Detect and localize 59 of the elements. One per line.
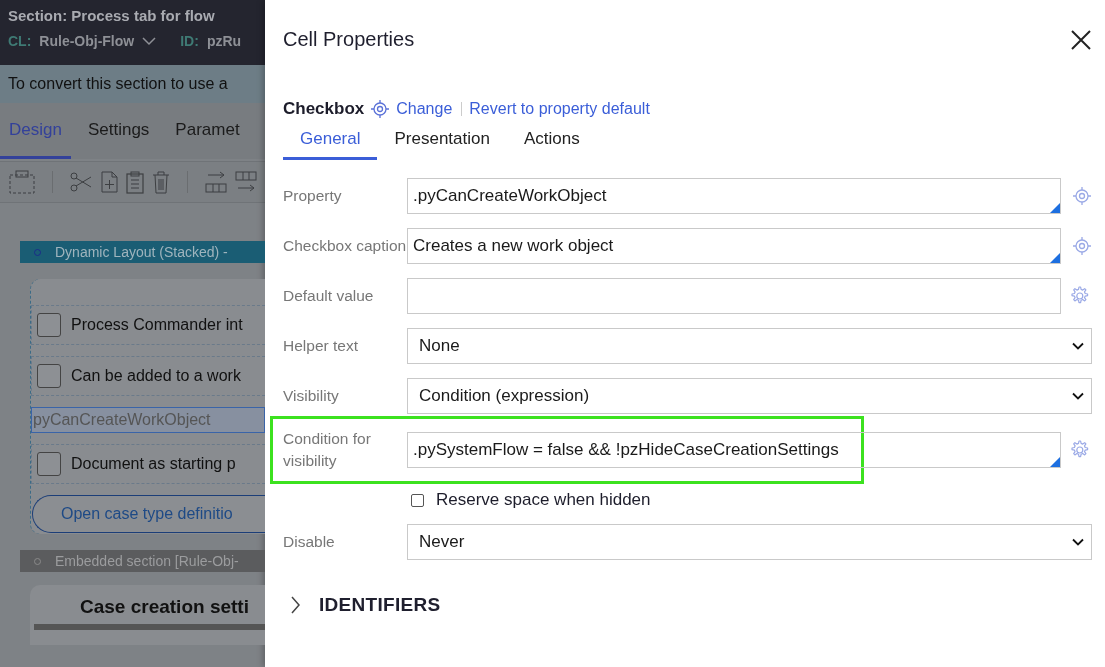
dropdown[interactable]: Condition (expression) (407, 378, 1092, 414)
checkbox[interactable] (37, 364, 61, 388)
clipboard-icon[interactable] (125, 170, 145, 194)
target-icon[interactable] (1072, 236, 1092, 256)
dashed-frame-icon[interactable] (8, 169, 36, 195)
link[interactable]: Change (396, 100, 453, 118)
target-icon[interactable] (1072, 186, 1092, 206)
chevron-down-icon (1072, 392, 1084, 400)
add-file-icon[interactable] (99, 170, 119, 194)
field-label: Visibility (283, 386, 340, 406)
checkbox-label: Process Commander int (71, 316, 243, 334)
field-label: Default value (283, 286, 375, 306)
dropdown[interactable]: Never (407, 524, 1092, 560)
tab[interactable]: Paramet (166, 103, 249, 159)
id-value: pzRu (206, 33, 242, 49)
checkbox-label: Reserve space when hidden (436, 490, 651, 510)
chevron-down-icon[interactable] (142, 36, 157, 46)
class-label: CL: (8, 33, 32, 49)
cut-icon[interactable] (69, 171, 93, 193)
field-label: Helper text (283, 336, 359, 356)
embedded-section-title: Embedded section [Rule-Obj- (55, 553, 239, 569)
tab[interactable]: Presentation (377, 123, 507, 160)
chevron-right-icon[interactable] (289, 596, 303, 614)
move-row-icon[interactable] (234, 170, 258, 194)
id-label: ID: (180, 33, 199, 49)
checkbox[interactable] (37, 452, 61, 476)
class-value[interactable]: Rule-Obj-Flow (39, 33, 135, 49)
target-icon[interactable] (370, 99, 391, 119)
checkbox[interactable] (37, 313, 61, 337)
layout-header[interactable]: Dynamic Layout (Stacked) - (20, 241, 265, 263)
checkbox-label: Document as starting p (71, 455, 236, 473)
tab[interactable]: Settings (78, 103, 159, 159)
field-label: Disable (283, 532, 336, 552)
card-heading: Case creation setti (79, 596, 250, 618)
control-type: Checkbox (283, 99, 365, 119)
chevron-down-icon (1072, 342, 1084, 350)
tab[interactable]: General (283, 123, 378, 160)
notice-banner: To convert this section to use a (0, 65, 265, 103)
close-icon (1070, 28, 1092, 51)
section-toggle[interactable]: IDENTIFIERS (319, 594, 441, 616)
trash-icon[interactable] (151, 170, 171, 194)
field-label: Condition for visibility (283, 429, 372, 471)
input-field[interactable]: .pyCanCreateWorkObject (407, 178, 1061, 214)
input-field[interactable] (407, 278, 1061, 314)
input-field[interactable]: .pySystemFlow = false && !pzHideCaseCreationSettings (407, 432, 1061, 468)
field-label: Checkbox caption (283, 236, 407, 256)
section-title: Section: Process tab for flow (8, 7, 216, 24)
link[interactable]: Revert to property default (469, 100, 650, 118)
dropdown[interactable]: None (407, 328, 1092, 364)
layout-title: Dynamic Layout (Stacked) - (55, 244, 228, 260)
close-button[interactable] (1070, 28, 1092, 51)
chevron-down-icon (1072, 538, 1084, 546)
checkbox-label: Can be added to a work (71, 367, 241, 385)
input-field[interactable]: Creates a new work object (407, 228, 1061, 264)
checkbox[interactable] (411, 493, 424, 507)
dialog-title: Cell Properties (283, 28, 415, 51)
insert-row-icon[interactable] (204, 170, 228, 194)
tab[interactable]: Actions (506, 123, 597, 160)
field-label: Property (283, 186, 343, 206)
